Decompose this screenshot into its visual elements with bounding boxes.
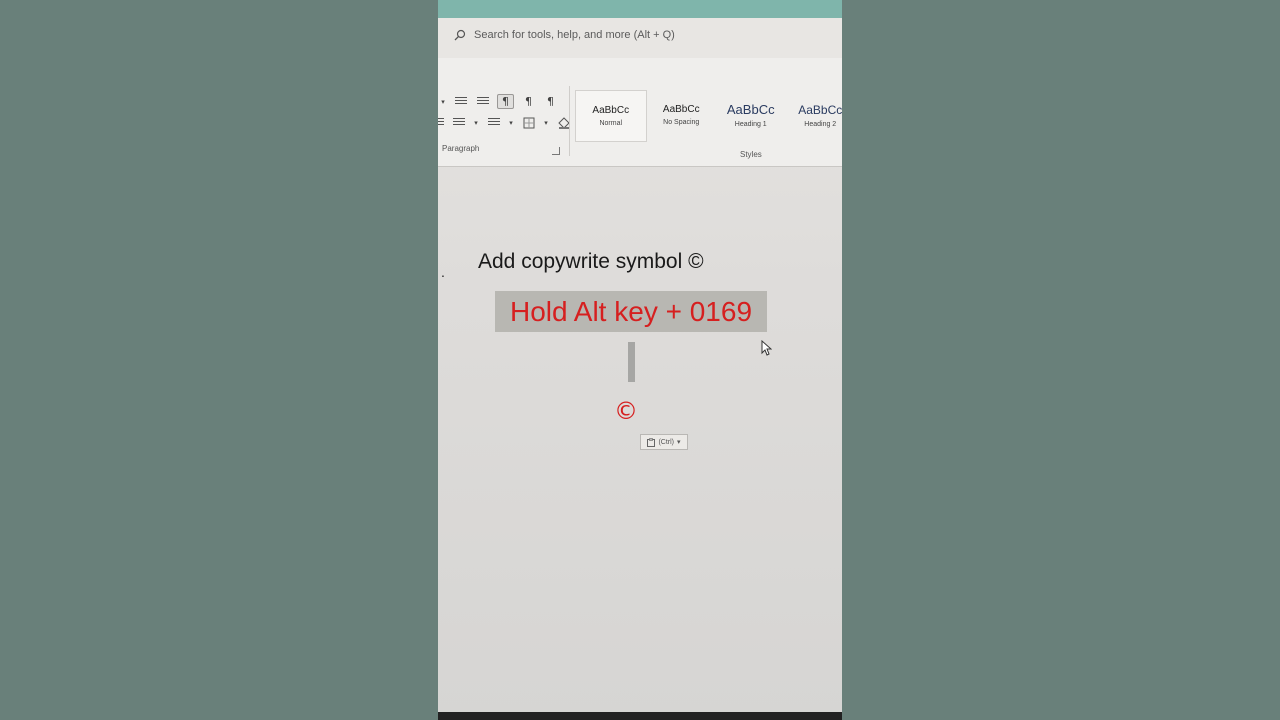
ribbon: ▾ ¶ ¶ ¶ ▾ ▾ ▾ ▾ Paragraph A — [438, 58, 842, 167]
search-box[interactable]: Search for tools, help, and more (Alt + … — [454, 20, 798, 50]
text-cursor — [628, 342, 635, 382]
style-name: Heading 2 — [804, 120, 837, 128]
line-spacing-icon[interactable] — [451, 116, 466, 129]
paragraph-group-label: Paragraph — [442, 144, 480, 153]
style-normal[interactable]: AaBbCc Normal — [575, 90, 647, 142]
style-heading-1[interactable]: AaBbCc Heading 1 — [716, 90, 786, 140]
style-sample: AaBbCc — [662, 104, 700, 115]
styles-group-label: Styles — [740, 150, 762, 159]
highlighted-text[interactable]: Hold Alt key + 0169 — [510, 296, 752, 328]
style-name: No Spacing — [663, 119, 700, 126]
document-heading[interactable]: Add copywrite symbol © — [478, 250, 704, 274]
inserted-copyright-symbol[interactable]: © — [614, 397, 638, 425]
list-bullet: . — [441, 264, 445, 280]
selected-text-block[interactable]: Hold Alt key + 0169 — [495, 291, 767, 332]
style-name: Heading 1 — [734, 121, 767, 128]
styles-gallery: AaBbCc Normal AaBbCc No Spacing AaBbCc H… — [575, 90, 842, 142]
style-sample: AaBbCc — [726, 102, 775, 117]
show-formatting-button[interactable]: ¶ — [543, 95, 558, 108]
ltr-paragraph-button[interactable]: ¶ — [497, 94, 514, 109]
decrease-indent-icon[interactable] — [453, 95, 468, 108]
style-no-spacing[interactable]: AaBbCc No Spacing — [647, 90, 717, 140]
chevron-down-icon[interactable]: ▾ — [473, 116, 479, 129]
style-sample: AaBbCc — [592, 105, 630, 116]
screen-bezel — [438, 712, 842, 720]
style-heading-2[interactable]: AaBbCc Heading 2 — [786, 90, 842, 140]
increase-indent-icon[interactable] — [475, 95, 490, 108]
style-sample: AaBbCc — [798, 102, 842, 117]
chevron-down-icon[interactable]: ▾ — [543, 116, 549, 129]
chevron-down-icon: ▾ — [677, 439, 681, 446]
title-bar — [438, 0, 842, 18]
rtl-paragraph-button[interactable]: ¶ — [521, 95, 536, 108]
sort-icon[interactable] — [486, 116, 501, 129]
search-input[interactable]: Search for tools, help, and more (Alt + … — [474, 29, 675, 41]
paragraph-row-1: ▾ ¶ ¶ ¶ — [440, 94, 558, 109]
style-name: Normal — [599, 120, 623, 127]
paste-options-label: (Ctrl) — [658, 438, 675, 446]
paragraph-dialog-launcher-icon[interactable] — [552, 147, 560, 155]
word-window-photo: Search for tools, help, and more (Alt + … — [438, 0, 842, 720]
justify-icon[interactable] — [438, 116, 444, 129]
paragraph-row-2: ▾ ▾ ▾ ▾ — [438, 116, 584, 129]
clipboard-icon — [647, 437, 656, 447]
chevron-down-icon[interactable]: ▾ — [508, 116, 514, 129]
borders-icon[interactable] — [521, 116, 536, 129]
search-icon — [454, 29, 466, 41]
chevron-down-icon[interactable]: ▾ — [440, 95, 446, 108]
paste-options-button[interactable]: (Ctrl) ▾ — [640, 434, 688, 450]
ribbon-divider — [569, 86, 570, 156]
mouse-pointer-icon — [761, 340, 772, 356]
